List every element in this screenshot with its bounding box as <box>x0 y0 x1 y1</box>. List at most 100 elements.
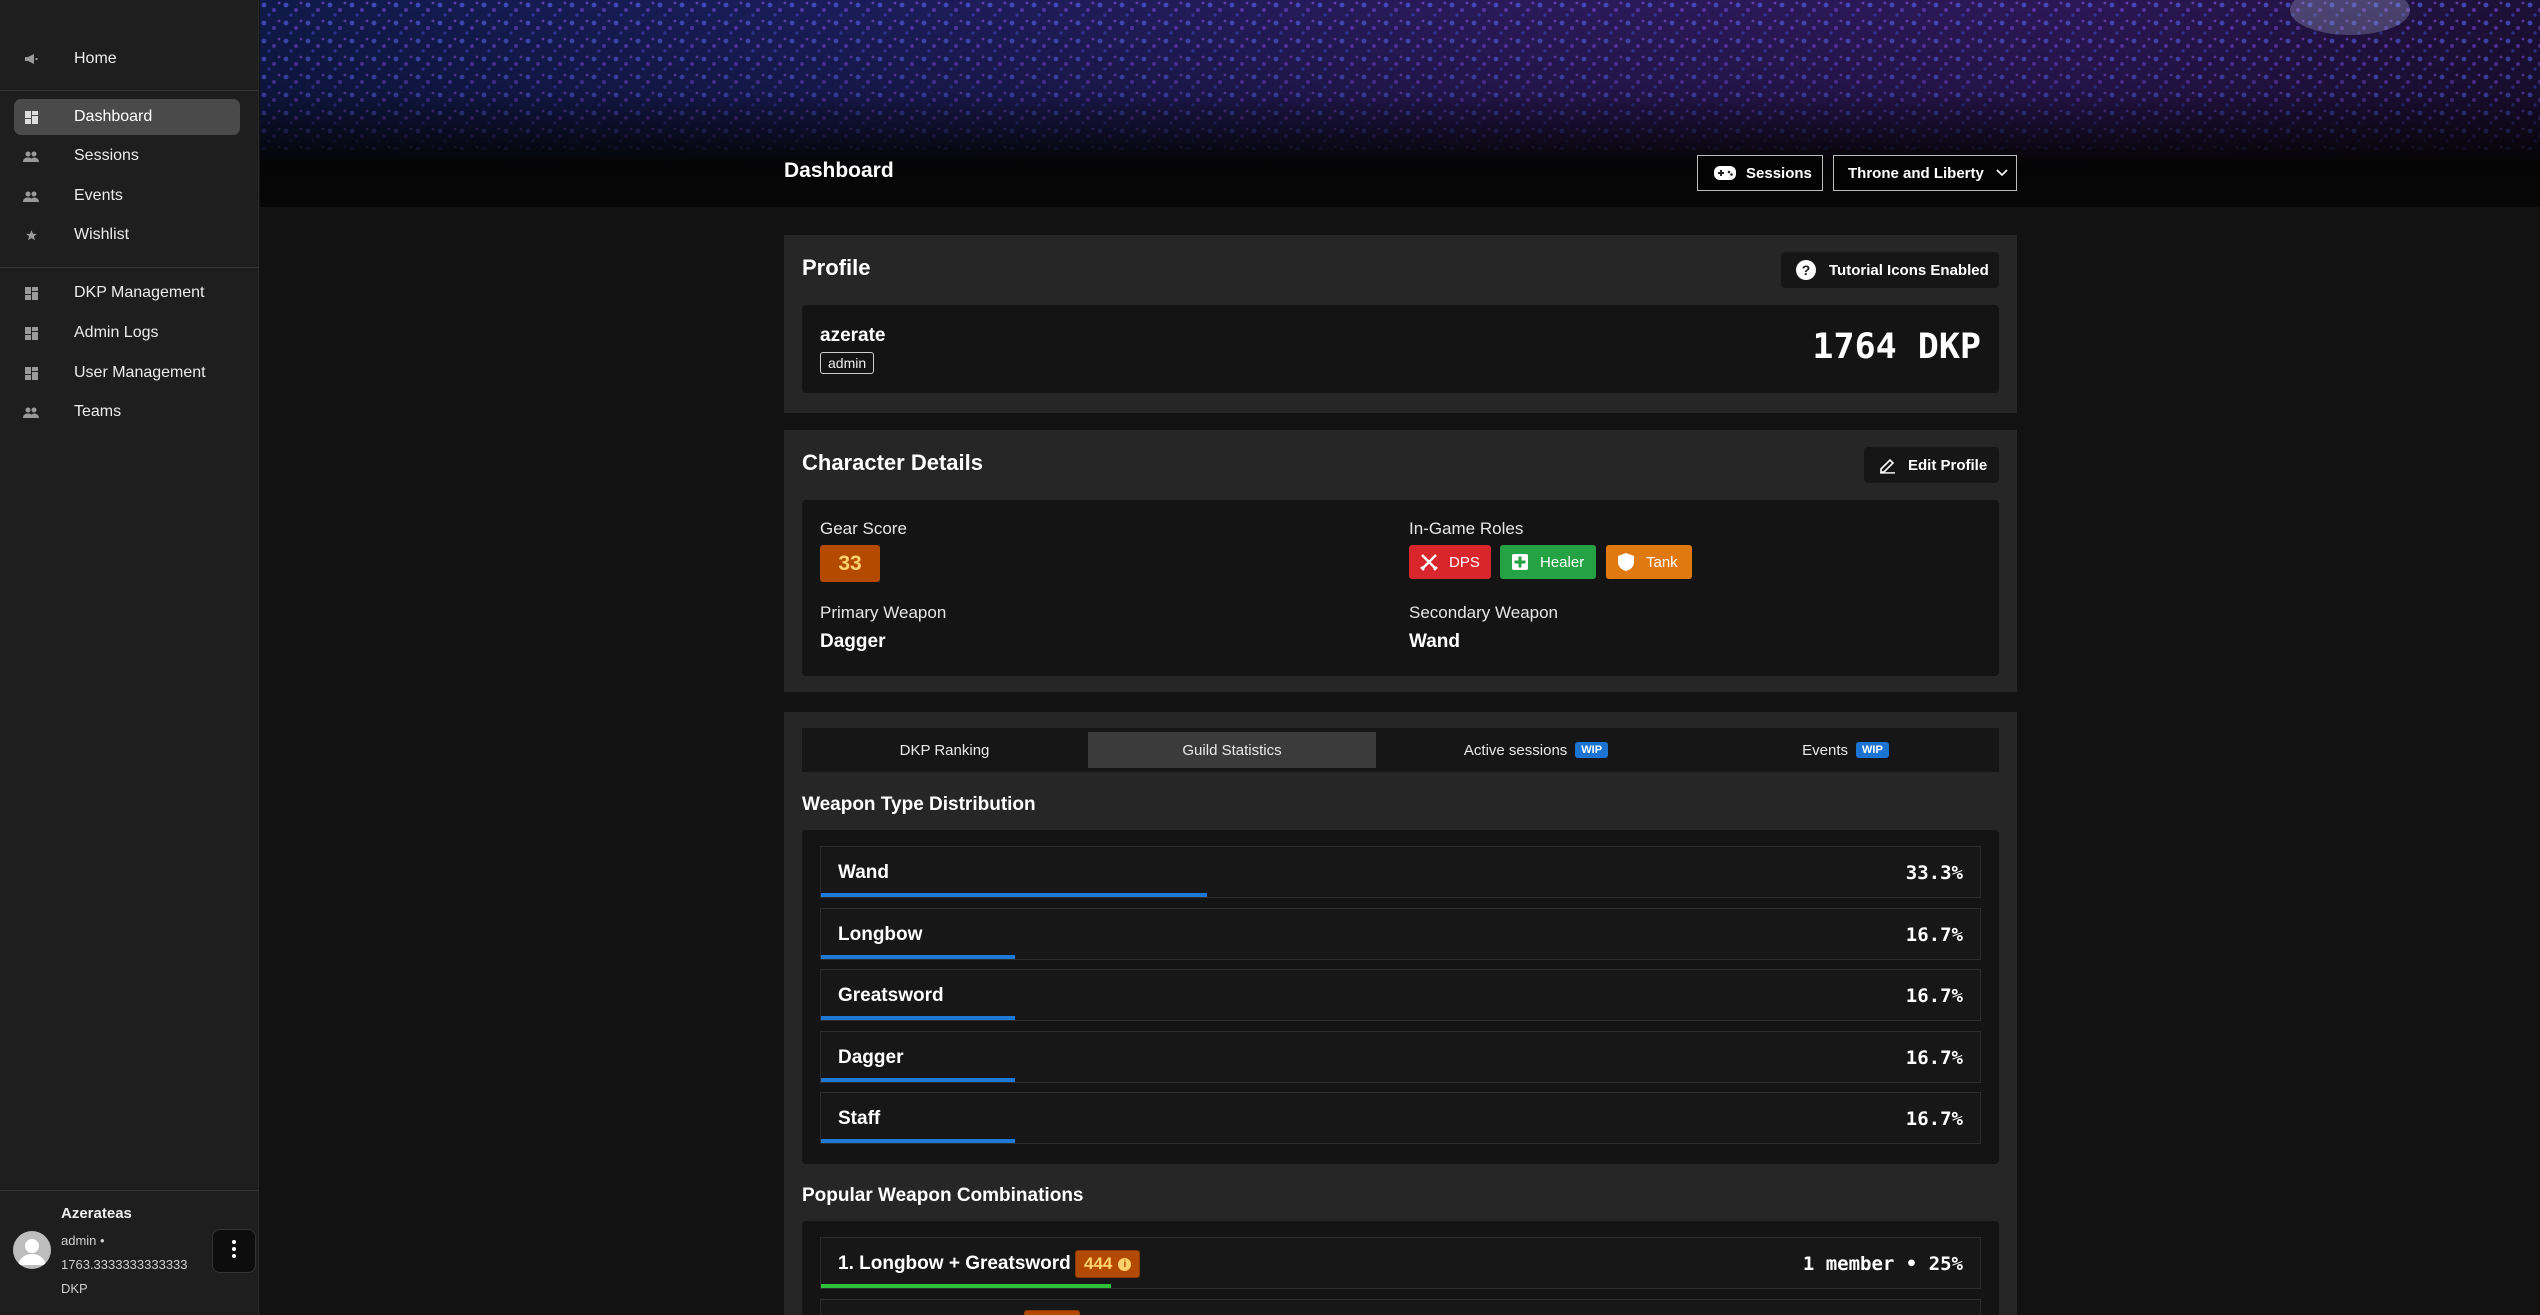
role-badge: admin <box>820 352 875 374</box>
sidebar-item-label: Home <box>74 50 117 67</box>
weapon-name: Dagger <box>838 1047 904 1068</box>
avatar[interactable] <box>13 1231 51 1269</box>
weapon-name: Staff <box>838 1108 881 1129</box>
megaphone-icon <box>22 53 40 65</box>
user-dkp: 1763.3333333333333 <box>61 1257 188 1272</box>
sidebar-item-label: Events <box>74 187 123 204</box>
tutorial-toggle-button[interactable]: ? Tutorial Icons Enabled <box>1781 252 1999 288</box>
sessions-button[interactable]: Sessions <box>1697 155 1823 191</box>
edit-profile-label: Edit Profile <box>1908 456 1988 474</box>
game-select[interactable]: Throne and Liberty <box>1833 155 2017 191</box>
page-title: Dashboard <box>784 159 894 182</box>
weapon-name: Greatsword <box>838 985 944 1006</box>
sidebar-item-sessions[interactable]: Sessions <box>14 138 240 174</box>
sidebar-item-home[interactable]: Home <box>14 41 240 77</box>
user-dkp-unit: DKP <box>61 1281 88 1296</box>
character-details-title: Character Details <box>802 450 983 475</box>
weapon-distribution-list: Wand 33.3% Longbow 16.7% Greatsword 16.7… <box>802 830 1999 1164</box>
combo-meta: 1 member • 25% <box>1802 1253 1963 1275</box>
sidebar-divider <box>0 90 259 91</box>
sidebar-item-label: Admin Logs <box>74 324 159 341</box>
sidebar-item-wishlist[interactable]: Wishlist <box>14 217 240 253</box>
tutorial-toggle-label: Tutorial Icons Enabled <box>1829 261 1989 279</box>
primary-weapon-label: Primary Weapon <box>820 603 947 622</box>
user-name: Azerateas <box>61 1205 132 1222</box>
wip-badge: WIP <box>1575 742 1609 758</box>
sidebar: Home Dashboard Sessions Events Wishlist … <box>0 0 259 1315</box>
help-icon: ? <box>1796 260 1816 280</box>
people-icon <box>22 191 40 202</box>
tab-guild-statistics[interactable]: Guild Statistics <box>1088 732 1376 768</box>
secondary-weapon-value: Wand <box>1409 631 1461 652</box>
weapon-row: Wand 33.3% <box>820 846 1981 898</box>
sidebar-item-user-management[interactable]: User Management <box>14 355 240 391</box>
weapon-distribution-title: Weapon Type Distribution <box>802 794 1036 815</box>
user-menu-button[interactable] <box>212 1229 256 1273</box>
people-icon <box>22 407 40 418</box>
weapon-bar <box>821 1139 1015 1143</box>
combo-name: 1. Longbow + Greatsword <box>838 1253 1071 1274</box>
role-label: Tank <box>1646 553 1678 571</box>
combo-bar <box>821 1284 1111 1288</box>
game-select-value: Throne and Liberty <box>1848 164 1984 182</box>
weapon-combos-title: Popular Weapon Combinations <box>802 1185 1084 1206</box>
sidebar-item-label: Wishlist <box>74 226 130 243</box>
user-panel: Azerateas admin • 1763.3333333333333 DKP <box>0 1190 259 1315</box>
sidebar-item-label: DKP Management <box>74 284 205 301</box>
combo-badge: 444 i <box>1075 1250 1141 1278</box>
character-details-card: Character Details Edit Profile <box>784 430 2017 692</box>
header-banner-image <box>260 0 2540 207</box>
info-icon[interactable]: i <box>1118 1257 1132 1271</box>
profile-summary: azerate admin 1764 DKP <box>802 305 1999 393</box>
combo-row <box>820 1299 1981 1315</box>
dashboard-icon <box>22 110 40 124</box>
weapon-percent: 33.3% <box>1905 862 1963 884</box>
sidebar-item-dkp-management[interactable]: DKP Management <box>14 275 240 311</box>
tab-active-sessions[interactable]: Active sessions WIP <box>1381 732 1691 768</box>
dashboard-icon <box>22 286 40 300</box>
statistics-card: DKP Ranking Guild Statistics Active sess… <box>784 712 2017 1315</box>
weapon-percent: 16.7% <box>1905 924 1963 946</box>
weapon-bar <box>821 955 1015 959</box>
chevron-down-icon <box>1996 169 2008 177</box>
star-icon <box>22 229 40 242</box>
role-label: DPS <box>1449 553 1480 571</box>
tab-events[interactable]: Events WIP <box>1696 732 1995 768</box>
weapon-percent: 16.7% <box>1905 985 1963 1007</box>
sidebar-item-teams[interactable]: Teams <box>14 394 240 430</box>
sidebar-item-label: Teams <box>74 403 122 420</box>
combo-score: 444 <box>1084 1254 1113 1273</box>
gamepad-icon <box>1714 166 1736 180</box>
weapon-name: Wand <box>838 862 890 883</box>
tab-label: Events <box>1802 741 1849 759</box>
gear-score-label: Gear Score <box>820 519 907 538</box>
combo-row: 1. Longbow + Greatsword 444 i 1 member •… <box>820 1237 1981 1289</box>
weapon-combos-list: 1. Longbow + Greatsword 444 i 1 member •… <box>802 1221 1999 1315</box>
user-meta: admin • 1763.3333333333333 DKP <box>61 1229 211 1301</box>
tab-dkp-ranking[interactable]: DKP Ranking <box>806 732 1083 768</box>
profile-card: Profile ? Tutorial Icons Enabled azerate… <box>784 235 2017 413</box>
weapon-bar <box>821 1078 1015 1082</box>
combo-badge <box>1024 1310 1080 1315</box>
sidebar-divider <box>0 267 259 268</box>
role-label: Healer <box>1540 553 1585 571</box>
profile-username: azerate <box>820 325 886 346</box>
role-healer: Healer <box>1500 545 1596 579</box>
more-vertical-icon <box>232 1239 236 1263</box>
weapon-row: Greatsword 16.7% <box>820 969 1981 1021</box>
pencil-icon <box>1879 457 1896 474</box>
stats-tabs: DKP Ranking Guild Statistics Active sess… <box>802 728 1999 772</box>
profile-title: Profile <box>802 255 871 280</box>
user-role: admin • <box>61 1233 105 1248</box>
dashboard-icon <box>22 326 40 340</box>
sidebar-item-dashboard[interactable]: Dashboard <box>14 99 240 135</box>
sidebar-item-admin-logs[interactable]: Admin Logs <box>14 315 240 351</box>
sidebar-item-events[interactable]: Events <box>14 178 240 214</box>
tab-label: Active sessions <box>1463 741 1568 759</box>
gear-score-badge: 33 <box>820 545 880 582</box>
weapon-row: Dagger 16.7% <box>820 1031 1981 1083</box>
edit-profile-button[interactable]: Edit Profile <box>1864 447 1999 483</box>
weapon-row: Staff 16.7% <box>820 1092 1981 1144</box>
role-tank: Tank <box>1606 545 1692 579</box>
dashboard-icon <box>22 366 40 380</box>
